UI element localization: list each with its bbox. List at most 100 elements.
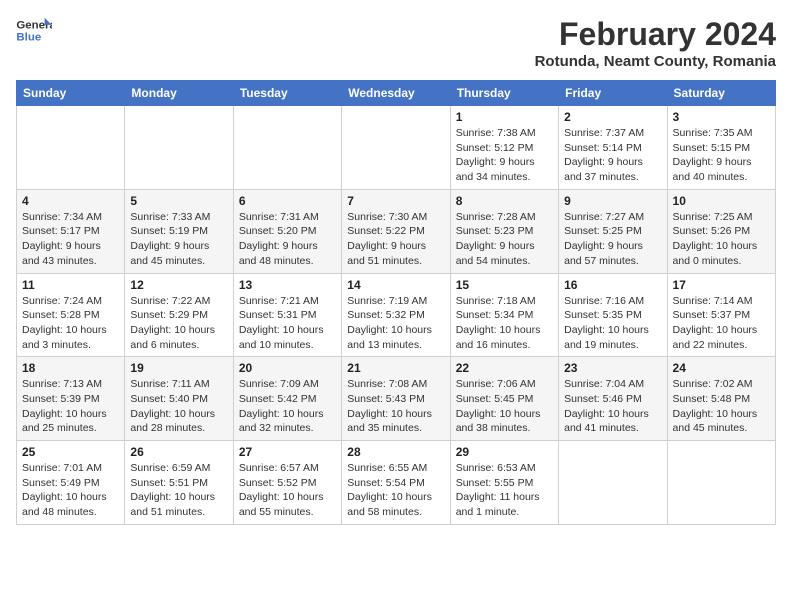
day-number: 2 <box>564 110 661 124</box>
day-number: 17 <box>673 278 770 292</box>
day-number: 21 <box>347 361 444 375</box>
day-number: 16 <box>564 278 661 292</box>
day-number: 5 <box>130 194 227 208</box>
page-header: General Blue February 2024 Rotunda, Neam… <box>16 16 776 70</box>
calendar-cell: 2Sunrise: 7:37 AM Sunset: 5:14 PM Daylig… <box>559 106 667 190</box>
calendar-week-row: 18 Sunrise: 7:13 AM Sunset: 5:39 PM Dayli… <box>17 357 776 441</box>
calendar-cell: 26 Sunrise: 6:59 AM Sunset: 5:51 PM Dayli… <box>125 441 233 525</box>
calendar-cell: 14 Sunrise: 7:19 AM Sunset: 5:32 PM Dayli… <box>342 273 450 357</box>
day-number: 1 <box>456 110 553 124</box>
day-info: Sunrise: 6:53 AM Sunset: 5:55 PM Dayligh… <box>456 461 553 520</box>
calendar-week-row: 11 Sunrise: 7:24 AM Sunset: 5:28 PM Dayli… <box>17 273 776 357</box>
weekday-header-sunday: Sunday <box>17 81 125 106</box>
calendar-cell: 8 Sunrise: 7:28 AM Sunset: 5:23 PM Daylig… <box>450 189 558 273</box>
title-area: February 2024 Rotunda, Neamt County, Rom… <box>535 16 776 70</box>
day-info: Sunrise: 7:13 AM Sunset: 5:39 PM Dayligh… <box>22 377 119 436</box>
day-info: Sunrise: 7:34 AM Sunset: 5:17 PM Dayligh… <box>22 210 119 269</box>
day-info: Sunrise: 7:31 AM Sunset: 5:20 PM Dayligh… <box>239 210 336 269</box>
day-info: Sunrise: 7:25 AM Sunset: 5:26 PM Dayligh… <box>673 210 770 269</box>
calendar-cell <box>667 441 775 525</box>
day-number: 12 <box>130 278 227 292</box>
day-info: Sunrise: 6:59 AM Sunset: 5:51 PM Dayligh… <box>130 461 227 520</box>
calendar-cell: 17 Sunrise: 7:14 AM Sunset: 5:37 PM Dayli… <box>667 273 775 357</box>
day-info: Sunrise: 7:27 AM Sunset: 5:25 PM Dayligh… <box>564 210 661 269</box>
day-number: 19 <box>130 361 227 375</box>
calendar-cell: 20 Sunrise: 7:09 AM Sunset: 5:42 PM Dayli… <box>233 357 341 441</box>
day-number: 13 <box>239 278 336 292</box>
calendar-cell: 22 Sunrise: 7:06 AM Sunset: 5:45 PM Dayli… <box>450 357 558 441</box>
day-info: Sunrise: 7:35 AM Sunset: 5:15 PM Dayligh… <box>673 126 770 185</box>
day-number: 6 <box>239 194 336 208</box>
weekday-header-wednesday: Wednesday <box>342 81 450 106</box>
day-info: Sunrise: 7:14 AM Sunset: 5:37 PM Dayligh… <box>673 294 770 353</box>
calendar-cell: 6 Sunrise: 7:31 AM Sunset: 5:20 PM Daylig… <box>233 189 341 273</box>
calendar-cell <box>559 441 667 525</box>
calendar-cell: 1 Sunrise: 7:38 AM Sunset: 5:12 PM Daylig… <box>450 106 558 190</box>
weekday-header-friday: Friday <box>559 81 667 106</box>
day-info: Sunrise: 7:21 AM Sunset: 5:31 PM Dayligh… <box>239 294 336 353</box>
day-info: Sunrise: 7:22 AM Sunset: 5:29 PM Dayligh… <box>130 294 227 353</box>
day-number: 7 <box>347 194 444 208</box>
calendar-cell <box>233 106 341 190</box>
day-number: 11 <box>22 278 119 292</box>
day-info: Sunrise: 7:18 AM Sunset: 5:34 PM Dayligh… <box>456 294 553 353</box>
calendar-cell: 15 Sunrise: 7:18 AM Sunset: 5:34 PM Dayli… <box>450 273 558 357</box>
calendar-cell: 11 Sunrise: 7:24 AM Sunset: 5:28 PM Dayli… <box>17 273 125 357</box>
day-info: Sunrise: 7:01 AM Sunset: 5:49 PM Dayligh… <box>22 461 119 520</box>
day-info: Sunrise: 7:02 AM Sunset: 5:48 PM Dayligh… <box>673 377 770 436</box>
calendar-cell: 29 Sunrise: 6:53 AM Sunset: 5:55 PM Dayli… <box>450 441 558 525</box>
svg-text:Blue: Blue <box>16 32 41 44</box>
calendar-cell: 21 Sunrise: 7:08 AM Sunset: 5:43 PM Dayli… <box>342 357 450 441</box>
day-info: Sunrise: 7:19 AM Sunset: 5:32 PM Dayligh… <box>347 294 444 353</box>
day-info: Sunrise: 7:16 AM Sunset: 5:35 PM Dayligh… <box>564 294 661 353</box>
calendar-cell: 4 Sunrise: 7:34 AM Sunset: 5:17 PM Daylig… <box>17 189 125 273</box>
day-info: Sunrise: 7:11 AM Sunset: 5:40 PM Dayligh… <box>130 377 227 436</box>
day-number: 15 <box>456 278 553 292</box>
calendar-cell: 13 Sunrise: 7:21 AM Sunset: 5:31 PM Dayli… <box>233 273 341 357</box>
day-info: Sunrise: 7:28 AM Sunset: 5:23 PM Dayligh… <box>456 210 553 269</box>
day-number: 27 <box>239 445 336 459</box>
day-info: Sunrise: 7:08 AM Sunset: 5:43 PM Dayligh… <box>347 377 444 436</box>
day-info: Sunrise: 7:30 AM Sunset: 5:22 PM Dayligh… <box>347 210 444 269</box>
day-number: 14 <box>347 278 444 292</box>
calendar-cell: 18 Sunrise: 7:13 AM Sunset: 5:39 PM Dayli… <box>17 357 125 441</box>
calendar-cell: 27Sunrise: 6:57 AM Sunset: 5:52 PM Dayli… <box>233 441 341 525</box>
day-number: 26 <box>130 445 227 459</box>
weekday-header-monday: Monday <box>125 81 233 106</box>
weekday-header-tuesday: Tuesday <box>233 81 341 106</box>
logo: General Blue <box>16 16 52 46</box>
day-number: 29 <box>456 445 553 459</box>
day-number: 4 <box>22 194 119 208</box>
calendar-week-row: 4 Sunrise: 7:34 AM Sunset: 5:17 PM Daylig… <box>17 189 776 273</box>
weekday-header-saturday: Saturday <box>667 81 775 106</box>
calendar-cell: 28Sunrise: 6:55 AM Sunset: 5:54 PM Dayli… <box>342 441 450 525</box>
day-info: Sunrise: 7:38 AM Sunset: 5:12 PM Dayligh… <box>456 126 553 185</box>
calendar-cell: 9 Sunrise: 7:27 AM Sunset: 5:25 PM Daylig… <box>559 189 667 273</box>
day-number: 28 <box>347 445 444 459</box>
day-number: 25 <box>22 445 119 459</box>
day-number: 9 <box>564 194 661 208</box>
day-info: Sunrise: 7:04 AM Sunset: 5:46 PM Dayligh… <box>564 377 661 436</box>
logo-icon: General Blue <box>16 16 52 46</box>
day-info: Sunrise: 7:09 AM Sunset: 5:42 PM Dayligh… <box>239 377 336 436</box>
day-number: 8 <box>456 194 553 208</box>
day-number: 22 <box>456 361 553 375</box>
weekday-header-row: SundayMondayTuesdayWednesdayThursdayFrid… <box>17 81 776 106</box>
subtitle: Rotunda, Neamt County, Romania <box>535 53 776 70</box>
day-info: Sunrise: 7:06 AM Sunset: 5:45 PM Dayligh… <box>456 377 553 436</box>
calendar-cell: 10 Sunrise: 7:25 AM Sunset: 5:26 PM Dayli… <box>667 189 775 273</box>
day-number: 3 <box>673 110 770 124</box>
day-number: 20 <box>239 361 336 375</box>
calendar-cell <box>342 106 450 190</box>
calendar-cell <box>125 106 233 190</box>
calendar-cell: 3 Sunrise: 7:35 AM Sunset: 5:15 PM Daylig… <box>667 106 775 190</box>
day-number: 18 <box>22 361 119 375</box>
calendar-week-row: 1 Sunrise: 7:38 AM Sunset: 5:12 PM Daylig… <box>17 106 776 190</box>
day-number: 10 <box>673 194 770 208</box>
calendar-cell: 5Sunrise: 7:33 AM Sunset: 5:19 PM Daylig… <box>125 189 233 273</box>
calendar-cell: 16 Sunrise: 7:16 AM Sunset: 5:35 PM Dayli… <box>559 273 667 357</box>
calendar-cell: 12 Sunrise: 7:22 AM Sunset: 5:29 PM Dayli… <box>125 273 233 357</box>
day-info: Sunrise: 7:24 AM Sunset: 5:28 PM Dayligh… <box>22 294 119 353</box>
calendar-cell: 25 Sunrise: 7:01 AM Sunset: 5:49 PM Dayli… <box>17 441 125 525</box>
day-number: 23 <box>564 361 661 375</box>
